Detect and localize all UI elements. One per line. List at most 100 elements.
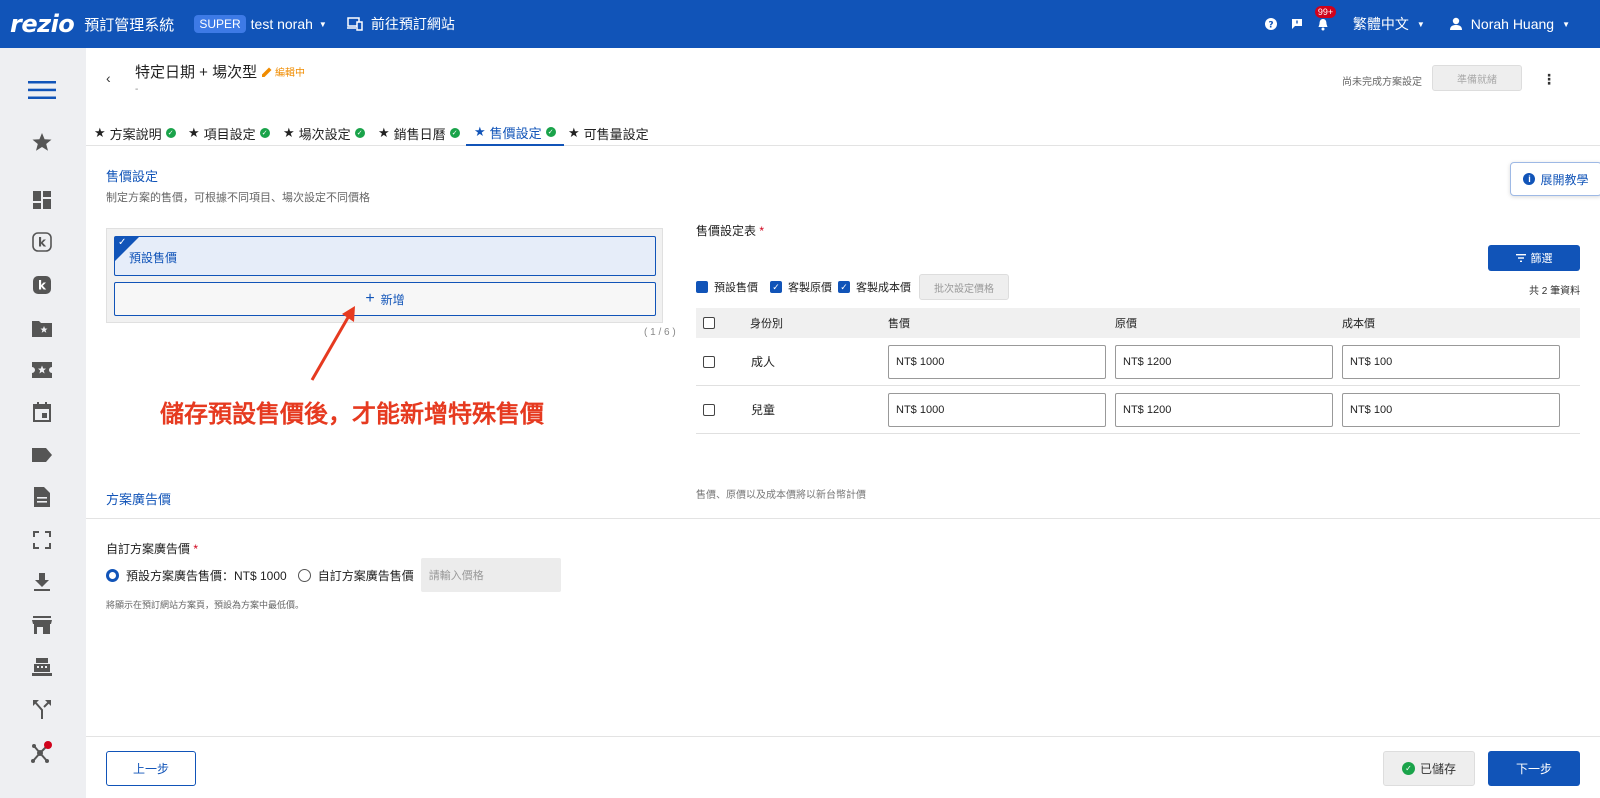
ad-price-label: 自訂方案廣告價 * xyxy=(106,540,198,557)
custom-ad-price-radio[interactable] xyxy=(297,568,311,582)
custom-cost-checkbox-label: 客製成本價 xyxy=(856,282,911,294)
pos-register-icon[interactable] xyxy=(30,655,54,679)
download-icon[interactable] xyxy=(30,570,54,594)
star-icon: ★ xyxy=(378,125,390,140)
custom-ad-price-input[interactable]: 請輸入價格 xyxy=(420,558,561,592)
filter-icon xyxy=(1515,254,1526,262)
back-arrow-icon[interactable]: ‹ xyxy=(106,70,111,86)
folder-star-icon[interactable] xyxy=(30,316,54,340)
left-sidebar: k k xyxy=(0,48,86,798)
topbar-right: ? 99+ 繁體中文 ▼ Norah Huang ▼ xyxy=(1263,0,1570,48)
k-outline-icon[interactable]: k xyxy=(30,230,54,254)
price-table-note: 售價、原價以及成本價將以新台幣計價 xyxy=(696,490,866,501)
chevron-down-icon: ▼ xyxy=(318,19,327,29)
star-icon: ★ xyxy=(568,125,580,140)
tab-label: 項目設定 xyxy=(203,126,256,142)
cost-cell: NT$ 100 xyxy=(1342,338,1560,385)
tutorial-button[interactable]: i 展開教學 xyxy=(1510,162,1600,196)
help-icon[interactable]: ? xyxy=(1263,16,1279,32)
next-step-button[interactable]: 下一步 xyxy=(1488,751,1580,786)
original-price-input[interactable]: NT$ 1200 xyxy=(1115,344,1333,379)
check-circle-icon: ✓ xyxy=(449,128,460,138)
default-price-item[interactable]: ✓ 預設售價 xyxy=(114,236,656,276)
total-count: 共 2 筆資料 xyxy=(1529,286,1581,297)
fullscreen-icon[interactable] xyxy=(30,528,54,552)
row-checkbox[interactable] xyxy=(703,338,715,385)
main-content: ‹ 特定日期 + 場次型 編輯中 - 尚未完成方案設定 準備就緒 ⋮ ★ 方案說… xyxy=(86,48,1600,798)
notification-badge: 99+ xyxy=(1314,6,1337,18)
calendar-icon[interactable] xyxy=(30,400,54,424)
tab-inventory-settings[interactable]: ★ 可售量設定 xyxy=(568,120,649,146)
identity-cell: 兒童 xyxy=(751,403,776,417)
info-icon: i xyxy=(1523,173,1536,185)
edit-status-tag: 編輯中 xyxy=(262,64,305,79)
goto-site-link[interactable]: 前往預訂網站 xyxy=(346,14,455,34)
check-circle-icon: ✓ xyxy=(165,128,176,138)
filter-label: 篩選 xyxy=(1530,253,1553,265)
default-ad-price-radio[interactable] xyxy=(106,568,119,582)
ad-price-section-title: 方案廣告價 xyxy=(106,492,172,507)
tab-item-settings[interactable]: ★ 項目設定 ✓ xyxy=(188,120,270,146)
check-icon: ✓ xyxy=(118,237,127,248)
incomplete-note: 尚未完成方案設定 xyxy=(1342,77,1422,88)
network-icon[interactable] xyxy=(30,740,54,764)
ticket-star-icon[interactable] xyxy=(30,358,54,382)
select-all-checkbox[interactable] xyxy=(703,308,715,338)
svg-text:?: ? xyxy=(1268,21,1273,31)
bell-icon[interactable]: 99+ xyxy=(1314,6,1337,32)
cost-price-input[interactable]: NT$ 100 xyxy=(1342,344,1560,379)
filter-button[interactable]: 篩選 xyxy=(1488,245,1580,271)
price-list-panel: ✓ 預設售價 + 新增 xyxy=(106,228,663,323)
ad-price-label-text: 自訂方案廣告價 xyxy=(106,542,191,556)
prev-step-button[interactable]: 上一步 xyxy=(106,751,196,786)
cost-cell: NT$ 100 xyxy=(1342,386,1560,433)
tab-price-settings[interactable]: ★ 售價設定 ✓ xyxy=(466,120,564,146)
header-original: 原價 xyxy=(1115,318,1137,330)
price-input[interactable]: NT$ 1000 xyxy=(888,344,1106,379)
header-identity: 身份別 xyxy=(750,318,783,330)
ad-price-options: 預設方案廣告售價：NT$ 1000 自訂方案廣告售價 請輸入價格 xyxy=(106,558,561,592)
system-name: 預訂管理系統 xyxy=(84,16,175,34)
page-title: 特定日期 + 場次型 xyxy=(135,64,258,81)
default-price-checkbox[interactable] xyxy=(696,281,708,293)
cost-price-input[interactable]: NT$ 100 xyxy=(1342,392,1560,427)
svg-text:k: k xyxy=(38,236,47,250)
saved-button[interactable]: ✓ 已儲存 xyxy=(1383,751,1475,786)
batch-set-price-button[interactable]: 批次設定價格 xyxy=(919,274,1009,300)
price-table-label: 售價設定表 * xyxy=(696,222,764,239)
user-menu[interactable]: Norah Huang ▼ xyxy=(1449,16,1570,32)
rezio-logo[interactable]: rezio xyxy=(10,10,75,38)
annotation-arrow-icon xyxy=(310,306,355,381)
annotation-text: 儲存預設售價後，才能新增特殊售價 xyxy=(160,400,544,428)
label-tag-icon[interactable] xyxy=(30,443,54,467)
price-input[interactable]: NT$ 1000 xyxy=(888,392,1106,427)
custom-original-checkbox[interactable]: ✓ xyxy=(770,281,782,293)
hamburger-menu-icon[interactable] xyxy=(28,78,56,102)
dashboard-icon[interactable] xyxy=(30,188,54,212)
tab-session-settings[interactable]: ★ 場次設定 ✓ xyxy=(283,120,365,146)
star-icon[interactable] xyxy=(30,130,54,154)
more-vert-icon[interactable]: ⋮ xyxy=(1542,71,1556,88)
language-selector[interactable]: 繁體中文 ▼ xyxy=(1353,14,1425,34)
store-icon[interactable] xyxy=(30,613,54,637)
document-icon[interactable] xyxy=(30,485,54,509)
check-circle-icon: ✓ xyxy=(354,128,365,138)
feedback-icon[interactable] xyxy=(1289,16,1305,32)
add-price-label: 新增 xyxy=(380,292,405,307)
k-filled-icon[interactable]: k xyxy=(30,273,54,297)
ready-button[interactable]: 準備就緒 xyxy=(1432,65,1522,91)
check-circle-icon: ✓ xyxy=(1401,762,1415,775)
original-price-input[interactable]: NT$ 1200 xyxy=(1115,392,1333,427)
tab-plan-description[interactable]: ★ 方案說明 ✓ xyxy=(94,120,176,146)
person-icon xyxy=(1449,17,1462,30)
price-table: 身份別 售價 原價 成本價 成人 NT$ 1000 NT$ 1200 NT$ 1… xyxy=(696,308,1580,434)
tab-sales-calendar[interactable]: ★ 銷售日曆 ✓ xyxy=(378,120,460,146)
merge-icon[interactable] xyxy=(30,698,54,722)
custom-cost-checkbox[interactable]: ✓ xyxy=(838,281,850,293)
tenant-selector[interactable]: test norah ▼ xyxy=(251,16,327,32)
required-mark: * xyxy=(759,224,765,238)
row-checkbox[interactable] xyxy=(703,386,715,433)
add-price-button[interactable]: + 新增 xyxy=(114,282,656,316)
ad-price-note: 將顯示在預訂網站方案頁，預設為方案中最低價。 xyxy=(106,600,305,610)
custom-ad-price-label: 自訂方案廣告售價 xyxy=(317,568,414,583)
